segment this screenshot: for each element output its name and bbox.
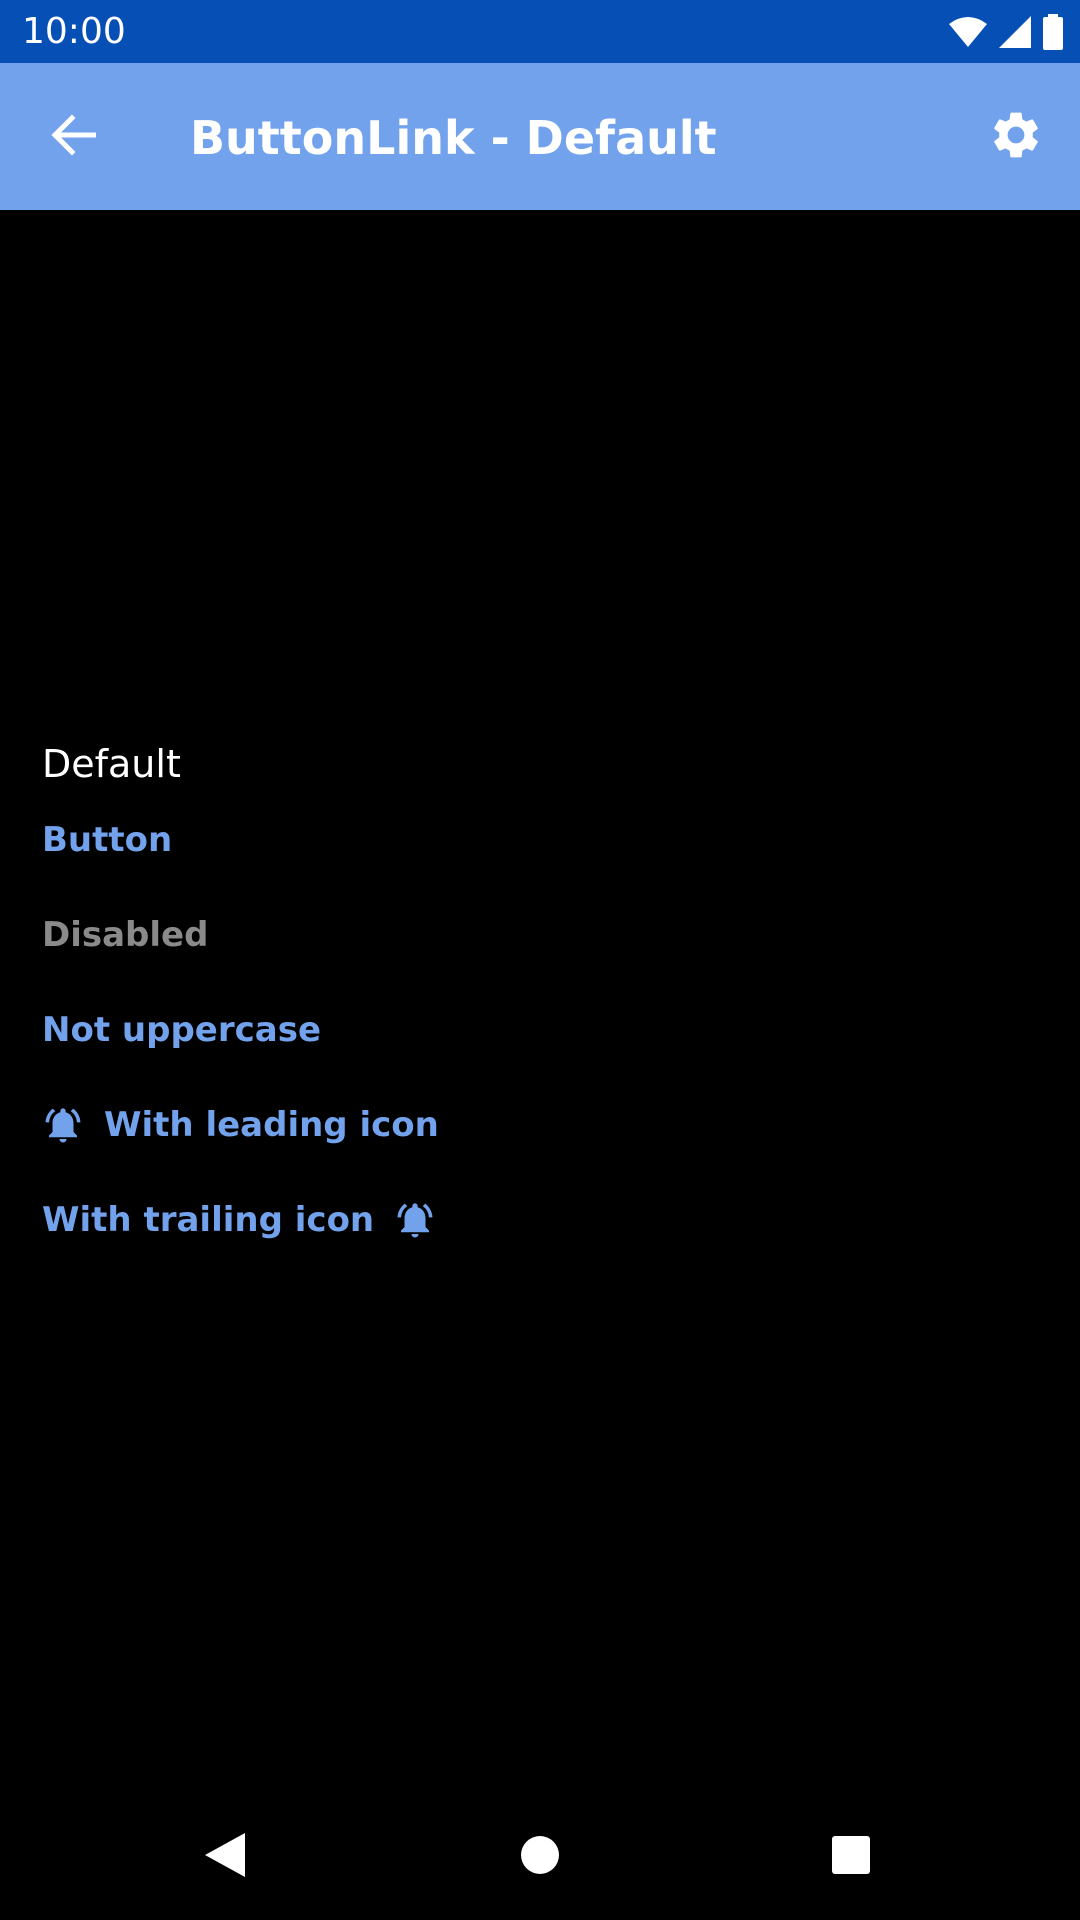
nav-back-button[interactable] — [192, 1824, 258, 1890]
section-label: Default — [42, 742, 181, 786]
page-title: ButtonLink - Default — [190, 111, 717, 165]
arrow-back-icon — [50, 114, 97, 160]
system-nav-bar — [0, 1794, 1080, 1920]
leading-icon-link[interactable]: With leading icon — [42, 1097, 439, 1153]
nav-recents-button[interactable] — [818, 1824, 884, 1890]
status-bar: 10:00 — [0, 0, 1080, 63]
disabled-link: Disabled — [42, 907, 208, 963]
cell-signal-icon — [998, 15, 1032, 49]
button-link[interactable]: Button — [42, 812, 172, 868]
leading-icon-link-label: With leading icon — [104, 1105, 439, 1145]
status-time: 10:00 — [22, 11, 126, 52]
app-bar: ButtonLink - Default — [0, 63, 1080, 210]
nav-home-icon — [520, 1835, 560, 1879]
gear-icon — [988, 107, 1044, 167]
nav-recents-icon — [831, 1835, 871, 1879]
back-button[interactable] — [34, 101, 112, 173]
trailing-icon-link[interactable]: With trailing icon — [42, 1192, 436, 1248]
status-icons — [948, 12, 1064, 52]
battery-icon — [1042, 14, 1064, 50]
wifi-icon — [948, 16, 988, 48]
button-link-label: Button — [42, 820, 173, 860]
nav-home-button[interactable] — [507, 1824, 573, 1890]
trailing-icon-link-label: With trailing icon — [42, 1200, 375, 1240]
disabled-link-label: Disabled — [42, 915, 209, 955]
not-uppercase-link[interactable]: Not uppercase — [42, 1002, 321, 1058]
bell-ringing-icon — [394, 1199, 436, 1241]
not-uppercase-link-label: Not uppercase — [42, 1010, 322, 1050]
bell-ringing-icon — [42, 1104, 84, 1146]
settings-button[interactable] — [976, 99, 1056, 175]
nav-back-icon — [203, 1831, 247, 1883]
